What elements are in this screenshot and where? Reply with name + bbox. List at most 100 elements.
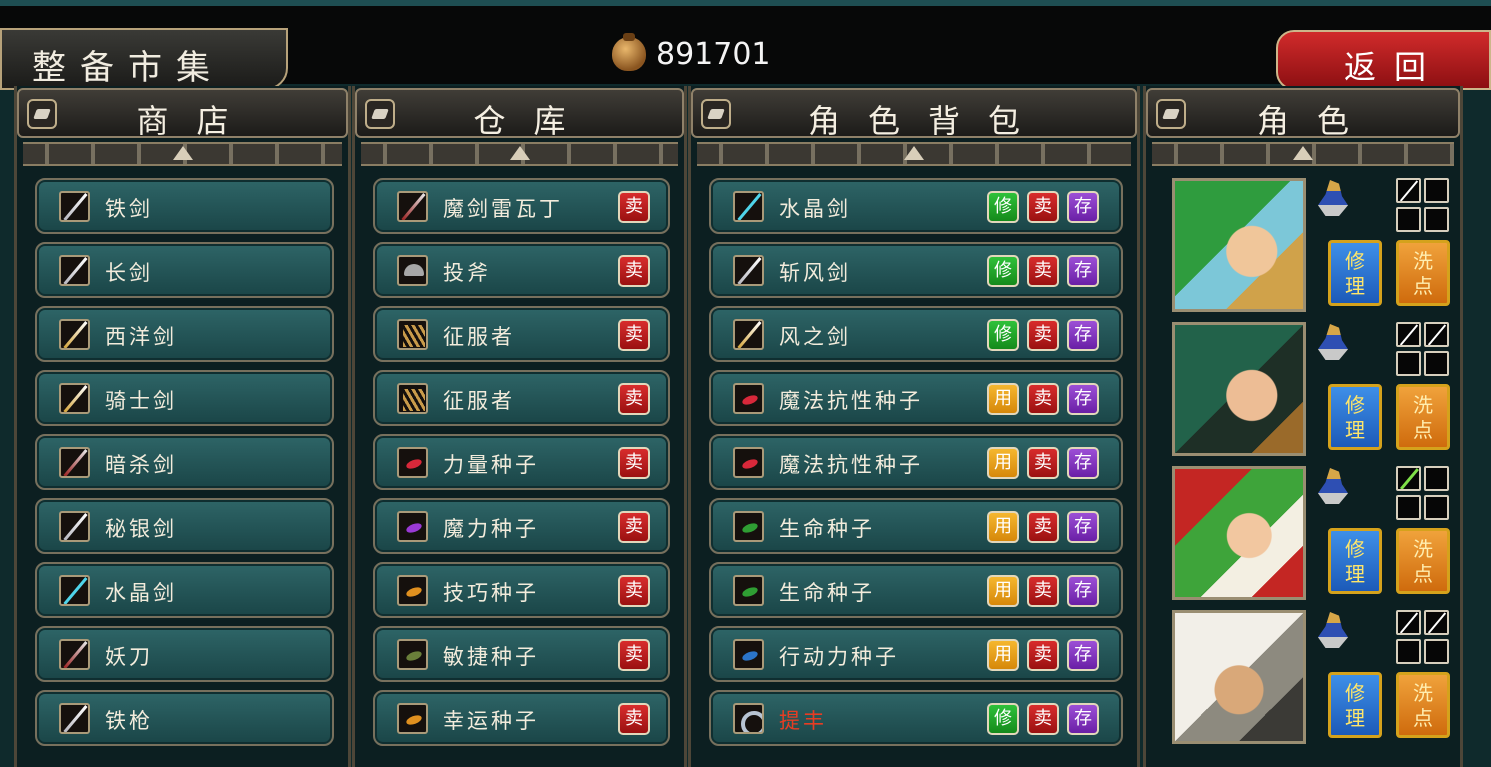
equipment-slot[interactable] <box>1424 466 1449 491</box>
list-item[interactable]: 水晶剑 修卖存 <box>709 178 1123 234</box>
item-name: 征服者 <box>443 325 515 349</box>
sell-button[interactable]: 卖 <box>618 191 650 223</box>
store-button[interactable]: 存 <box>1067 703 1099 735</box>
equipment-slot[interactable] <box>1396 638 1421 664</box>
use-button[interactable]: 用 <box>987 511 1019 543</box>
list-item[interactable]: 敏捷种子 卖 <box>373 626 670 682</box>
list-item[interactable]: 幸运种子 卖 <box>373 690 670 746</box>
store-button[interactable]: 存 <box>1067 383 1099 415</box>
use-button[interactable]: 用 <box>987 575 1019 607</box>
list-item[interactable]: 力量种子 卖 <box>373 434 670 490</box>
list-item[interactable]: 生命种子 用卖存 <box>709 562 1123 618</box>
list-item[interactable]: 征服者 卖 <box>373 370 670 426</box>
character-repair-button[interactable]: 修理 <box>1328 528 1382 594</box>
sell-button[interactable]: 卖 <box>618 383 650 415</box>
bag-column: 角色背包 水晶剑修卖存斩风剑修卖存风之剑修卖存魔法抗性种子用卖存魔法抗性种子用卖… <box>688 86 1140 767</box>
equipment-slot[interactable] <box>1424 494 1449 520</box>
list-item[interactable]: 斩风剑 修卖存 <box>709 242 1123 298</box>
equipment-slot[interactable] <box>1396 206 1421 232</box>
list-item[interactable]: 风之剑 修卖存 <box>709 306 1123 362</box>
use-button[interactable]: 用 <box>987 447 1019 479</box>
red-blade-icon <box>397 191 428 222</box>
sell-button[interactable]: 卖 <box>618 447 650 479</box>
claw-icon <box>397 383 428 414</box>
store-button[interactable]: 存 <box>1067 511 1099 543</box>
sell-button[interactable]: 卖 <box>618 639 650 671</box>
green-haired-swordsman-portrait[interactable] <box>1172 178 1306 312</box>
list-item[interactable]: 技巧种子 卖 <box>373 562 670 618</box>
equipment-slot[interactable] <box>1396 466 1421 491</box>
equipment-slot[interactable] <box>1424 206 1449 232</box>
equipment-slot[interactable] <box>1396 610 1421 635</box>
character-reset-points-button[interactable]: 洗点 <box>1396 240 1450 306</box>
list-item[interactable]: 铁剑 <box>35 178 334 234</box>
sell-button[interactable]: 卖 <box>618 255 650 287</box>
bag-header: 角色背包 <box>691 88 1137 140</box>
sell-button[interactable]: 卖 <box>618 575 650 607</box>
list-item[interactable]: 魔剑雷瓦丁 卖 <box>373 178 670 234</box>
character-repair-button[interactable]: 修理 <box>1328 384 1382 450</box>
use-button[interactable]: 用 <box>987 639 1019 671</box>
list-item[interactable]: 提丰 修卖存 <box>709 690 1123 746</box>
equipment-slot[interactable] <box>1424 350 1449 376</box>
character-repair-button[interactable]: 修理 <box>1328 240 1382 306</box>
sell-button[interactable]: 卖 <box>618 319 650 351</box>
repair-button[interactable]: 修 <box>987 191 1019 223</box>
store-button[interactable]: 存 <box>1067 447 1099 479</box>
equipment-slot[interactable] <box>1396 322 1421 347</box>
equipment-slot[interactable] <box>1424 322 1449 347</box>
list-item[interactable]: 投斧 卖 <box>373 242 670 298</box>
sell-button[interactable]: 卖 <box>1027 575 1059 607</box>
equipment-slot[interactable] <box>1396 350 1421 376</box>
character-reset-points-button[interactable]: 洗点 <box>1396 384 1450 450</box>
red-hooded-woman-portrait[interactable] <box>1172 466 1306 600</box>
repair-button[interactable]: 修 <box>987 703 1019 735</box>
list-item[interactable]: 行动力种子 用卖存 <box>709 626 1123 682</box>
back-button[interactable]: 返回 <box>1276 30 1491 90</box>
list-item[interactable]: 西洋剑 <box>35 306 334 362</box>
sell-button[interactable]: 卖 <box>1027 639 1059 671</box>
list-item[interactable]: 骑士剑 <box>35 370 334 426</box>
list-item[interactable]: 生命种子 用卖存 <box>709 498 1123 554</box>
equipment-slot[interactable] <box>1424 178 1449 203</box>
sell-button[interactable]: 卖 <box>1027 255 1059 287</box>
repair-button[interactable]: 修 <box>987 255 1019 287</box>
store-button[interactable]: 存 <box>1067 191 1099 223</box>
list-item[interactable]: 征服者 卖 <box>373 306 670 362</box>
character-repair-button[interactable]: 修理 <box>1328 672 1382 738</box>
list-item[interactable]: 铁枪 <box>35 690 334 746</box>
equipment-slot[interactable] <box>1424 610 1449 635</box>
list-item[interactable]: 水晶剑 <box>35 562 334 618</box>
sell-button[interactable]: 卖 <box>1027 511 1059 543</box>
sell-button[interactable]: 卖 <box>1027 447 1059 479</box>
equipment-slot[interactable] <box>1396 178 1421 203</box>
sell-button[interactable]: 卖 <box>618 511 650 543</box>
repair-button[interactable]: 修 <box>987 319 1019 351</box>
list-item[interactable]: 暗杀剑 <box>35 434 334 490</box>
armored-man-portrait[interactable] <box>1172 610 1306 744</box>
equipment-slot[interactable] <box>1424 638 1449 664</box>
list-item[interactable]: 长剑 <box>35 242 334 298</box>
sell-button[interactable]: 卖 <box>1027 191 1059 223</box>
sell-button[interactable]: 卖 <box>1027 319 1059 351</box>
equipment-slot[interactable] <box>1396 494 1421 520</box>
list-item[interactable]: 妖刀 <box>35 626 334 682</box>
sell-button[interactable]: 卖 <box>1027 383 1059 415</box>
character-reset-points-button[interactable]: 洗点 <box>1396 528 1450 594</box>
store-button[interactable]: 存 <box>1067 319 1099 351</box>
list-item[interactable]: 魔法抗性种子 用卖存 <box>709 370 1123 426</box>
list-item[interactable]: 魔力种子 卖 <box>373 498 670 554</box>
use-button[interactable]: 用 <box>987 383 1019 415</box>
store-button[interactable]: 存 <box>1067 639 1099 671</box>
seed-red-icon <box>733 447 764 478</box>
shop-header: 商店 <box>17 88 348 140</box>
sell-button[interactable]: 卖 <box>618 703 650 735</box>
item-name: 水晶剑 <box>779 197 851 221</box>
character-reset-points-button[interactable]: 洗点 <box>1396 672 1450 738</box>
list-item[interactable]: 魔法抗性种子 用卖存 <box>709 434 1123 490</box>
store-button[interactable]: 存 <box>1067 255 1099 287</box>
store-button[interactable]: 存 <box>1067 575 1099 607</box>
green-haired-woman-portrait[interactable] <box>1172 322 1306 456</box>
sell-button[interactable]: 卖 <box>1027 703 1059 735</box>
list-item[interactable]: 秘银剑 <box>35 498 334 554</box>
